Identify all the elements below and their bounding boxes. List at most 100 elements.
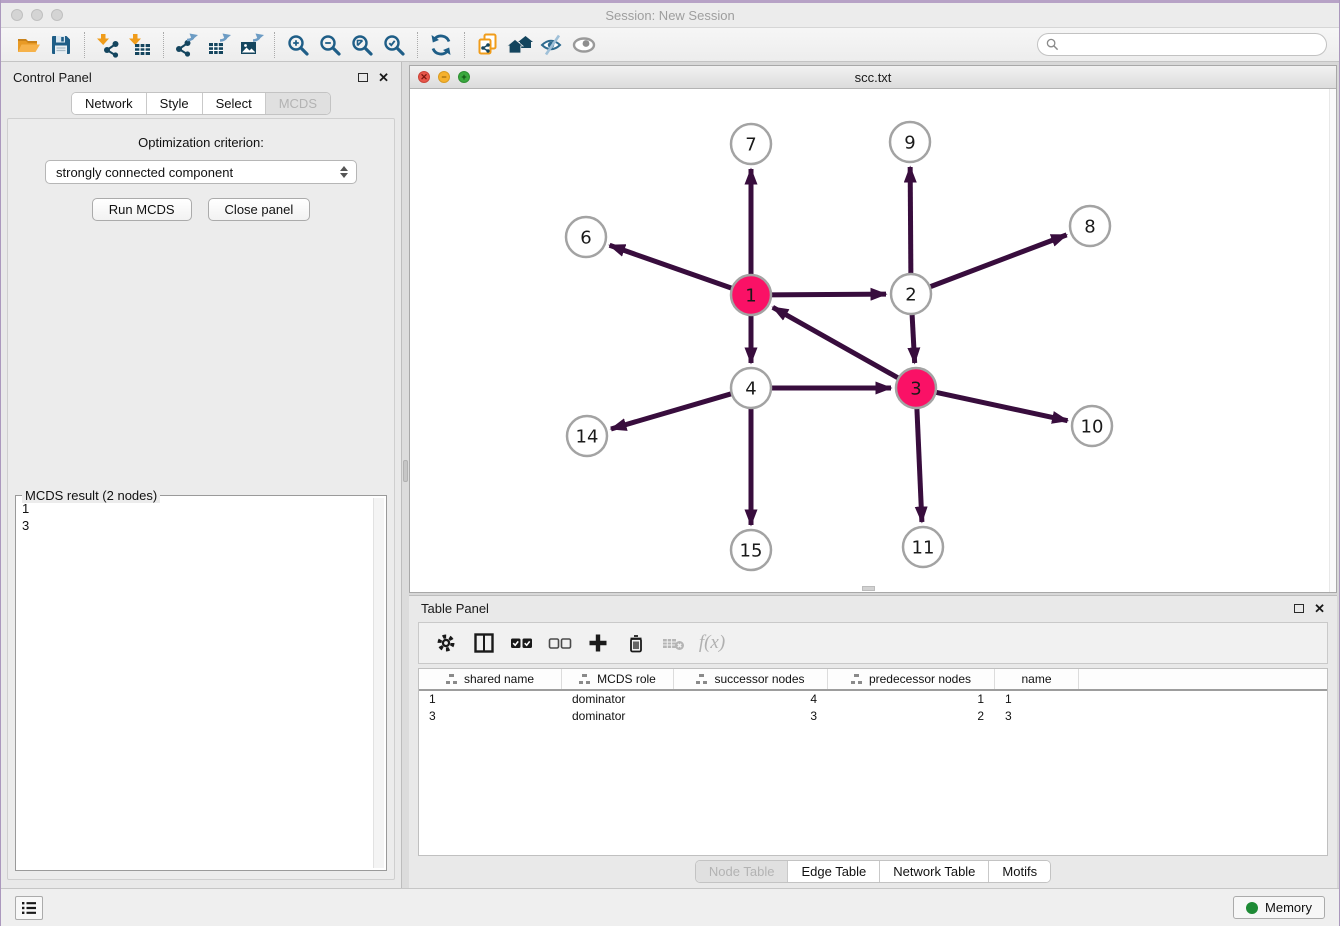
column-header-shared-name[interactable]: shared name [419,669,562,689]
network-graph[interactable]: 7968124314101511 [410,89,1336,592]
table-settings-button[interactable] [429,626,463,660]
toolbar-separator [417,32,418,58]
tab-mcds[interactable]: MCDS [265,93,330,114]
network-view-window: scc.txt ✕ − + 7968124314101511 [409,65,1337,593]
gear-icon [435,632,457,654]
float-table-panel-icon[interactable] [1294,604,1304,613]
close-panel-icon[interactable]: ✕ [378,71,389,84]
export-image-icon [238,32,264,58]
network-maximize-button[interactable]: + [458,71,470,83]
list-icon [21,901,37,915]
result-scrollbar[interactable] [373,498,384,868]
run-mcds-button[interactable]: Run MCDS [92,198,192,221]
hide-graphics-details-button[interactable] [536,30,568,60]
zoom-out-button[interactable] [314,30,346,60]
home-layout-button[interactable] [504,30,536,60]
tab-network[interactable]: Network [72,93,146,114]
cell-name[interactable]: 3 [995,708,1079,725]
cell-shared-name[interactable]: 1 [419,691,562,708]
plus-icon [587,632,609,654]
table-row[interactable]: 3 dominator 3 2 3 [419,708,1327,725]
search-area [1037,33,1327,56]
optimization-criterion-dropdown[interactable]: strongly connected component [45,160,357,184]
network-vertical-scrollbar[interactable] [1329,89,1336,592]
search-input[interactable] [1064,38,1318,52]
delete-table-icon [661,632,687,654]
function-builder-button[interactable]: f(x) [695,626,729,660]
network-window-titlebar[interactable]: scc.txt ✕ − + [410,66,1336,89]
column-header-successor-nodes[interactable]: successor nodes [674,669,828,689]
refresh-view-button[interactable] [425,30,457,60]
mcds-result-list[interactable]: 1 3 [22,500,372,868]
select-all-columns-button[interactable] [505,626,539,660]
mcds-result-box: MCDS result (2 nodes) 1 3 [15,495,387,871]
zoom-selected-button[interactable] [378,30,410,60]
save-floppy-icon [48,32,74,58]
graph-node-label: 4 [745,379,756,400]
clone-network-button[interactable] [472,30,504,60]
network-horizontal-scroll-thumb[interactable] [862,586,875,591]
show-graphics-details-button[interactable] [568,30,600,60]
graph-edge-2-9[interactable] [910,167,911,276]
network-window-title: scc.txt [410,70,1336,85]
table-row[interactable]: 1 dominator 4 1 1 [419,691,1327,708]
task-history-button[interactable] [15,896,43,920]
import-network-button[interactable] [92,30,124,60]
clone-network-icon [475,32,501,58]
tab-style[interactable]: Style [146,93,202,114]
cell-predecessor-nodes[interactable]: 1 [828,691,995,708]
export-table-button[interactable] [203,30,235,60]
workspace-column: scc.txt ✕ − + 7968124314101511 Table Pan… [409,62,1339,888]
graph-edge-4-14[interactable] [611,393,734,429]
cell-name[interactable]: 1 [995,691,1079,708]
export-network-button[interactable] [171,30,203,60]
tab-edge-table[interactable]: Edge Table [787,861,879,882]
graph-edge-3-10[interactable] [934,392,1068,421]
cell-mcds-role[interactable]: dominator [562,708,674,725]
panel-splitter[interactable] [402,62,409,888]
graph-edge-1-6[interactable] [610,245,734,289]
cell-mcds-role[interactable]: dominator [562,691,674,708]
column-header-mcds-role[interactable]: MCDS role [562,669,674,689]
network-close-button[interactable]: ✕ [418,71,430,83]
split-columns-button[interactable] [467,626,501,660]
tab-network-table[interactable]: Network Table [879,861,988,882]
save-session-button[interactable] [45,30,77,60]
memory-status-icon [1246,902,1258,914]
graph-edge-2-8[interactable] [928,235,1067,288]
tab-select[interactable]: Select [202,93,265,114]
zoom-in-button[interactable] [282,30,314,60]
import-table-button[interactable] [124,30,156,60]
cell-successor-nodes[interactable]: 4 [674,691,828,708]
export-image-button[interactable] [235,30,267,60]
close-panel-button[interactable]: Close panel [208,198,311,221]
tab-node-table[interactable]: Node Table [696,861,788,882]
network-canvas[interactable]: 7968124314101511 [410,89,1336,592]
delete-column-button[interactable] [619,626,653,660]
column-type-icon [579,674,591,684]
status-bar: Memory [1,888,1339,926]
import-network-icon [95,32,121,58]
graph-edge-3-11[interactable] [917,406,922,522]
close-table-panel-icon[interactable]: ✕ [1314,602,1325,615]
search-field[interactable] [1037,33,1327,56]
open-session-button[interactable] [13,30,45,60]
float-panel-icon[interactable] [358,73,368,82]
memory-button[interactable]: Memory [1233,896,1325,919]
column-header-name[interactable]: name [995,669,1079,689]
column-header-predecessor-nodes[interactable]: predecessor nodes [828,669,995,689]
zoom-fit-button[interactable] [346,30,378,60]
add-column-button[interactable] [581,626,615,660]
main-toolbar [1,28,1339,62]
cell-successor-nodes[interactable]: 3 [674,708,828,725]
delete-table-button[interactable] [657,626,691,660]
deselect-all-columns-button[interactable] [543,626,577,660]
tab-motifs[interactable]: Motifs [988,861,1050,882]
graph-edge-3-1[interactable] [773,307,901,379]
network-minimize-button[interactable]: − [438,71,450,83]
cell-shared-name[interactable]: 3 [419,708,562,725]
graph-edge-2-3[interactable] [912,312,915,363]
export-table-icon [206,32,232,58]
cell-predecessor-nodes[interactable]: 2 [828,708,995,725]
graph-edge-1-2[interactable] [769,294,886,295]
